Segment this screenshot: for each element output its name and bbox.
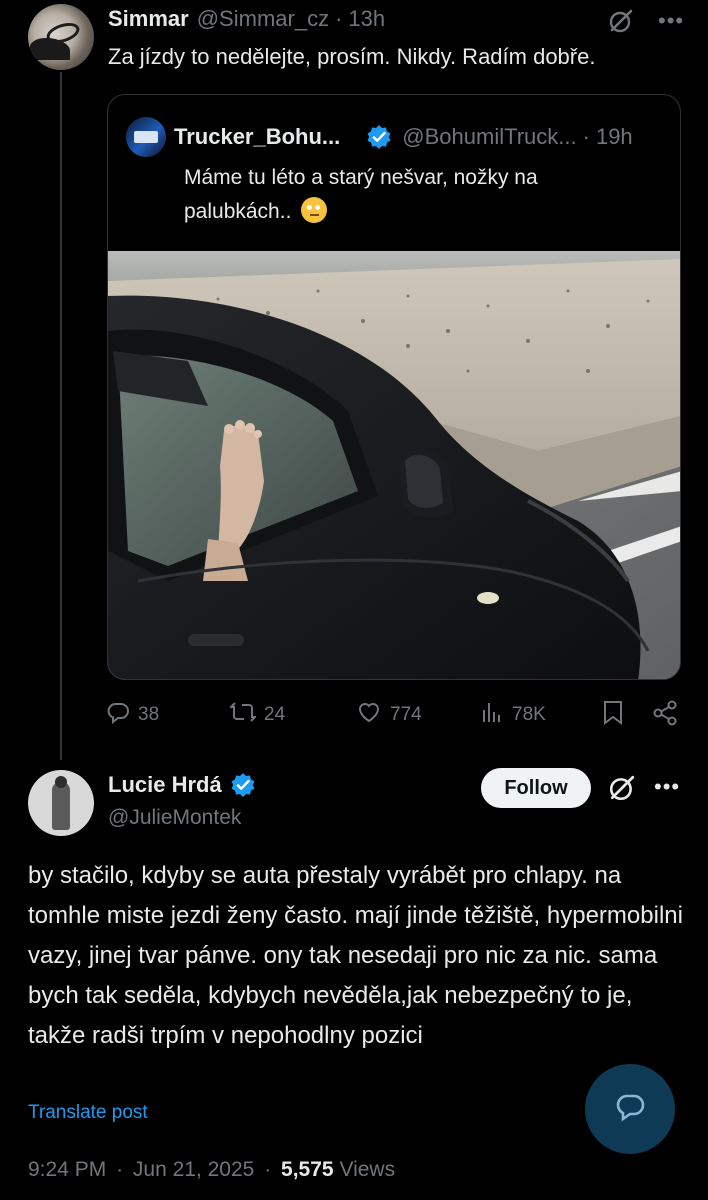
like-icon [356, 700, 382, 730]
quote-photo[interactable] [108, 251, 680, 679]
views-button[interactable]: 78K [480, 700, 546, 730]
quote-separator: · [582, 124, 590, 149]
reply-separator: · [335, 6, 343, 31]
more-icon[interactable]: ••• [654, 774, 680, 800]
repost-icon [228, 700, 258, 730]
more-icon[interactable]: ••• [658, 8, 684, 34]
verified-icon[interactable] [230, 772, 256, 798]
bookmark-button[interactable] [602, 700, 624, 732]
reply-action-bar: 38 24 774 78K [106, 700, 684, 734]
follow-button[interactable]: Follow [481, 768, 591, 808]
reply-header: Simmar @Simmar_cz · 13h [108, 6, 385, 32]
views-icon [480, 700, 504, 730]
main-author-name-row: Lucie Hrdá [108, 772, 256, 798]
eye-roll-emoji-icon [301, 197, 328, 223]
quote-text: Máme tu léto a starý nešvar, nožky na pa… [184, 161, 604, 229]
main-author-name[interactable]: Lucie Hrdá [108, 772, 222, 798]
repost-button[interactable]: 24 [228, 700, 286, 730]
compose-reply-button[interactable] [585, 1064, 675, 1154]
quote-time: 19h [595, 124, 633, 149]
post-metadata: 9:24 PM · Jun 21, 2025 · 5,575 Views [28, 1158, 395, 1182]
views-count: 78K [512, 704, 546, 725]
reply-count: 38 [138, 704, 160, 725]
main-tweet-text: by stačilo, kdyby se auta přestaly vyráb… [28, 862, 683, 1049]
quote-author-name: Trucker_Bohu... [174, 124, 341, 149]
reply-icon [106, 700, 130, 730]
grok-icon[interactable] [608, 774, 635, 801]
grok-icon[interactable] [608, 8, 634, 34]
post-time[interactable]: 9:24 PM [28, 1158, 106, 1181]
reply-author-name[interactable]: Simmar [108, 6, 189, 32]
post-views-count: 5,575 [281, 1158, 334, 1181]
meta-separator: · [116, 1158, 124, 1181]
compose-icon [612, 1089, 648, 1130]
share-button[interactable] [652, 700, 678, 732]
quoted-tweet-card[interactable]: Trucker_Bohu... @BohumilTruck... · 19h M… [107, 94, 681, 680]
post-views-label: Views [339, 1158, 396, 1181]
quote-text-content: Máme tu léto a starý nešvar, nožky na pa… [184, 166, 538, 223]
reply-author-handle[interactable]: @Simmar_cz [197, 6, 329, 32]
quote-avatar [126, 117, 166, 157]
reply-button[interactable]: 38 [106, 700, 159, 730]
verified-icon [366, 124, 392, 150]
quote-author-handle: @BohumilTruck... [402, 124, 577, 149]
like-button[interactable]: 774 [356, 700, 422, 730]
bookmark-icon [602, 700, 624, 732]
repost-count: 24 [264, 704, 286, 725]
reply-time[interactable]: 13h [348, 6, 385, 32]
avatar-simmar[interactable] [28, 4, 94, 70]
translate-post-link[interactable]: Translate post [28, 1102, 148, 1124]
like-count: 774 [390, 704, 422, 725]
avatar-lucie[interactable] [28, 770, 94, 836]
main-top-actions: ••• [608, 774, 680, 801]
thread-line [60, 72, 62, 760]
meta-separator-2: · [264, 1158, 272, 1181]
post-date[interactable]: Jun 21, 2025 [133, 1158, 254, 1181]
main-author-handle[interactable]: @JulieMontek [108, 806, 241, 830]
reply-text: Za jízdy to nedělejte, prosím. Nikdy. Ra… [108, 44, 596, 69]
reply-top-actions: ••• [608, 8, 684, 34]
share-icon [652, 700, 678, 732]
quote-header: Trucker_Bohu... @BohumilTruck... · 19h [126, 117, 633, 157]
